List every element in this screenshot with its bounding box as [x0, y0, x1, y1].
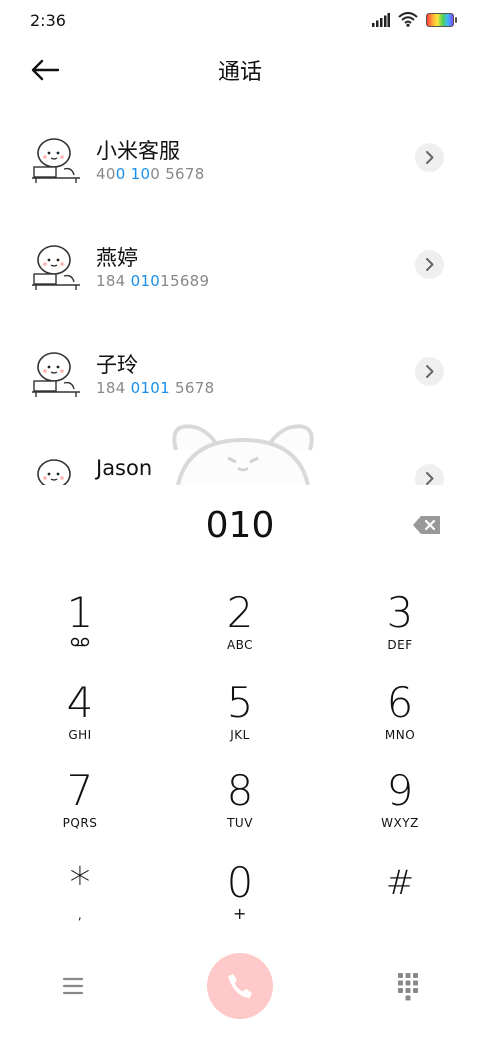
- avatar: [32, 245, 80, 290]
- key-letters: TUV: [227, 816, 253, 830]
- key-letters: +: [233, 904, 247, 923]
- key-digit: 5: [226, 678, 254, 727]
- header: 通话: [0, 42, 480, 102]
- key-digit: 8: [226, 766, 254, 815]
- contact-row[interactable]: 子玲 184 0101 5678: [0, 319, 480, 419]
- key-6[interactable]: 6 MNO: [340, 680, 460, 760]
- key-letters: WXYZ: [381, 816, 419, 830]
- key-digit: #: [385, 863, 415, 903]
- contact-number: 184 0101 5678: [96, 379, 215, 397]
- signal-icon: [372, 12, 390, 27]
- contact-detail-button[interactable]: [415, 357, 444, 386]
- menu-icon: [62, 977, 84, 995]
- key-digit: 1: [66, 588, 94, 637]
- contact-list: 小米客服 400 100 5678 燕婷 184 01015689 子玲 184…: [0, 105, 480, 485]
- key-5[interactable]: 5 JKL: [180, 680, 300, 760]
- key-4[interactable]: 4 GHI: [20, 680, 140, 760]
- contact-name: 小米客服: [96, 139, 180, 163]
- key-0[interactable]: 0 +: [180, 860, 300, 940]
- key-digit: 6: [386, 678, 414, 727]
- avatar: [32, 138, 80, 183]
- chevron-right-icon: [426, 365, 434, 378]
- contact-name: 燕婷: [96, 246, 138, 270]
- dialpad-icon: [398, 973, 418, 1001]
- contact-number: 400 100 5678: [96, 165, 205, 183]
- contact-detail-button[interactable]: [415, 143, 444, 172]
- key-9[interactable]: 9 WXYZ: [340, 768, 460, 848]
- key-digit: 0: [226, 858, 254, 907]
- contact-row[interactable]: 小米客服 400 100 5678: [0, 105, 480, 205]
- key-3[interactable]: 3 DEF: [340, 590, 460, 670]
- key-1[interactable]: 1: [20, 590, 140, 670]
- key-digit: 3: [386, 588, 414, 637]
- key-digit: 9: [386, 766, 414, 815]
- key-7[interactable]: 7 PQRS: [20, 768, 140, 848]
- key-letters: PQRS: [62, 816, 98, 830]
- key-letters: MNO: [384, 728, 416, 742]
- phone-icon: [228, 974, 252, 998]
- dialed-number: 010: [205, 505, 275, 546]
- key-digit: 7: [66, 766, 94, 815]
- call-button[interactable]: [207, 953, 273, 1019]
- key-letters: ABC: [226, 638, 254, 652]
- contact-name: 子玲: [96, 353, 138, 377]
- chevron-right-icon: [426, 151, 434, 164]
- status-icons: [372, 12, 457, 27]
- backspace-icon: [413, 516, 440, 534]
- battery-icon: [426, 12, 457, 27]
- key-letters: GHI: [68, 728, 92, 742]
- contact-row[interactable]: Jason: [0, 426, 480, 485]
- key-digit: *: [69, 858, 91, 907]
- voicemail-icon: [70, 637, 90, 647]
- key-digit: 2: [226, 588, 254, 637]
- key-letters: ,: [77, 908, 83, 922]
- key-8[interactable]: 8 TUV: [180, 768, 300, 848]
- status-bar: 2:36: [0, 0, 480, 42]
- contact-detail-button[interactable]: [415, 464, 444, 485]
- avatar: [32, 352, 80, 397]
- dialpad-toggle-button[interactable]: [394, 970, 422, 1004]
- wifi-icon: [398, 12, 418, 27]
- key-hash[interactable]: #: [340, 860, 460, 940]
- backspace-button[interactable]: [412, 514, 442, 536]
- page-title: 通话: [217, 60, 262, 85]
- status-time: 2:36: [30, 11, 66, 30]
- avatar: [37, 459, 71, 485]
- key-letters: JKL: [230, 728, 250, 742]
- key-letters: DEF: [387, 638, 413, 652]
- key-2[interactable]: 2 ABC: [180, 590, 300, 670]
- menu-button[interactable]: [58, 972, 88, 1000]
- key-star[interactable]: * ,: [20, 860, 140, 940]
- contact-detail-button[interactable]: [415, 250, 444, 279]
- chevron-right-icon: [426, 258, 434, 271]
- contact-number: 184 01015689: [96, 272, 210, 290]
- key-digit: 4: [66, 678, 94, 727]
- contact-name: Jason: [96, 456, 153, 480]
- chevron-right-icon: [426, 472, 434, 485]
- contact-row[interactable]: 燕婷 184 01015689: [0, 212, 480, 312]
